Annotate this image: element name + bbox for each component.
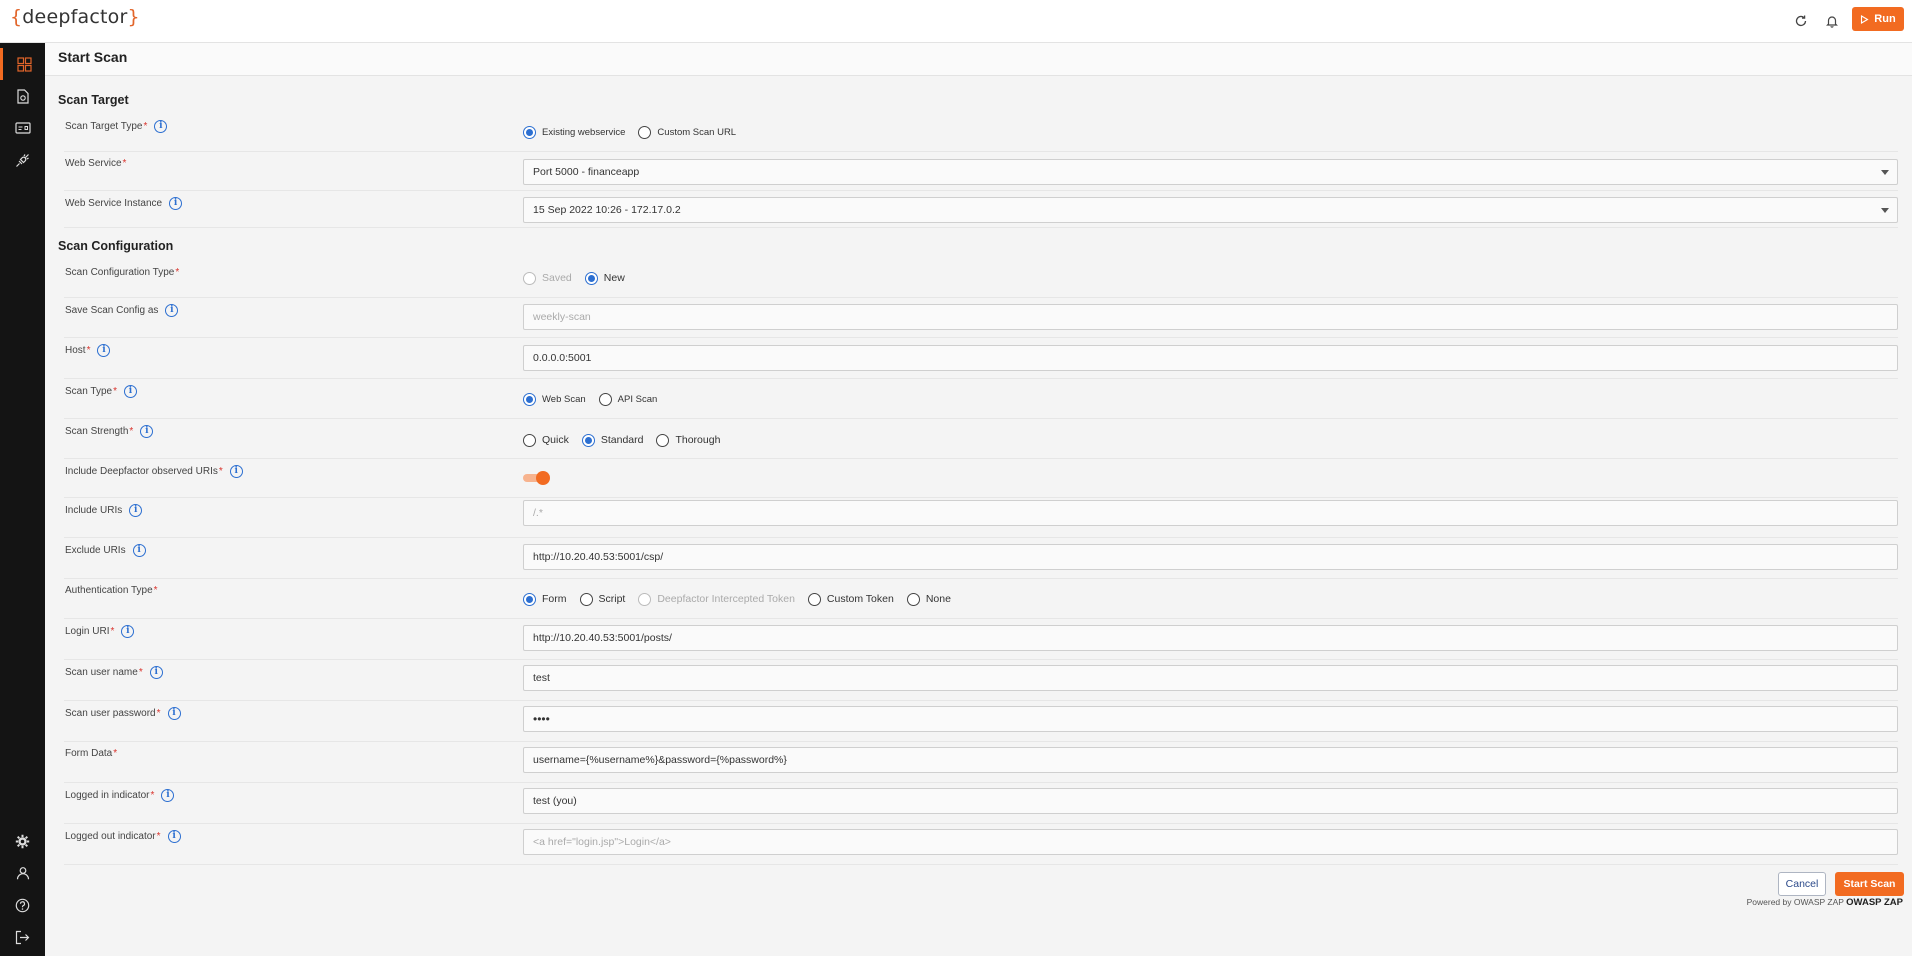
section-title-scan-configuration: Scan Configuration: [58, 239, 174, 253]
sidebar-item-integrations[interactable]: [0, 144, 45, 176]
radio-saved[interactable]: Saved: [523, 271, 572, 285]
scan-strength-radios: Quick Standard Thorough: [523, 429, 733, 451]
sidebar-item-components[interactable]: [0, 112, 45, 144]
row-host: Host * i 0.0.0.0:5001: [64, 338, 1898, 379]
row-web-service: Web Service * Port 5000 - financeapp: [64, 152, 1898, 191]
page-title: Start Scan: [58, 49, 128, 65]
info-icon[interactable]: i: [129, 504, 143, 517]
include-observed-uris-toggle[interactable]: [523, 471, 550, 485]
radio-custom-token[interactable]: Custom Token: [807, 592, 894, 606]
sidebar-item-profile[interactable]: [0, 857, 45, 889]
save-scan-config-input[interactable]: weekly-scan: [523, 304, 1898, 330]
info-icon[interactable]: i: [154, 120, 168, 133]
scan-user-password-input[interactable]: ••••: [523, 706, 1898, 732]
row-logged-out-indicator: Logged out indicator * i <a href="login.js…: [64, 824, 1898, 865]
deepfactor-logo[interactable]: {deepfactor}: [10, 6, 140, 28]
include-uris-input[interactable]: /.*: [523, 500, 1898, 526]
scan-configuration-type-radios: Saved New: [523, 267, 638, 289]
radio-existing-webservice[interactable]: Existing webservice: [523, 125, 625, 139]
logged-out-indicator-input[interactable]: <a href="login.jsp">Login</a>: [523, 829, 1898, 855]
row-scan-user-password: Scan user password * i ••••: [64, 701, 1898, 742]
row-web-service-instance: Web Service Instance i 15 Sep 2022 10:26 …: [64, 191, 1898, 228]
radio-none[interactable]: None: [906, 592, 951, 606]
row-scan-configuration-type: Scan Configuration Type * Saved New: [64, 258, 1898, 298]
row-save-scan-config: Save Scan Config as i weekly-scan: [64, 298, 1898, 338]
sidebar-item-logout[interactable]: [0, 921, 45, 953]
radio-deepfactor-intercepted-token[interactable]: Deepfactor Intercepted Token: [638, 592, 795, 606]
row-include-uris: Include URIs i /.*: [64, 498, 1898, 538]
radio-standard[interactable]: Standard: [581, 433, 643, 447]
info-icon[interactable]: i: [167, 707, 181, 720]
info-icon[interactable]: i: [165, 304, 179, 317]
host-input[interactable]: 0.0.0.0:5001: [523, 345, 1898, 371]
info-icon[interactable]: i: [132, 544, 146, 557]
row-form-data: Form Data * username={%username%}&passwor…: [64, 742, 1898, 783]
scan-type-radios: Web Scan API Scan: [523, 388, 670, 410]
info-icon[interactable]: i: [121, 625, 135, 638]
radio-quick[interactable]: Quick: [523, 433, 569, 447]
section-title-scan-target: Scan Target: [58, 93, 129, 107]
radio-new[interactable]: New: [584, 271, 625, 285]
row-login-uri: Login URI * i http://10.20.40.53:5001/post…: [64, 619, 1898, 660]
user-icon: [16, 867, 29, 880]
radio-form[interactable]: Form: [523, 592, 567, 606]
info-icon[interactable]: i: [161, 789, 175, 802]
scan-target-type-radios: Existing webservice Custom Scan URL: [523, 121, 749, 143]
id-card-icon: [14, 122, 31, 134]
report-icon: [16, 88, 29, 104]
form-data-input[interactable]: username={%username%}&password={%passwor…: [523, 747, 1898, 773]
web-service-instance-select[interactable]: 15 Sep 2022 10:26 - 172.17.0.2: [523, 197, 1898, 223]
info-icon[interactable]: i: [97, 344, 111, 357]
logged-in-indicator-input[interactable]: test (you): [523, 788, 1898, 814]
plug-icon: [16, 153, 29, 167]
help-icon: [15, 898, 30, 912]
radio-thorough[interactable]: Thorough: [656, 433, 720, 447]
sidebar-item-dashboard[interactable]: [0, 48, 45, 80]
row-scan-type: Scan Type * i Web Scan API Scan: [64, 379, 1898, 419]
run-button[interactable]: Run: [1852, 7, 1904, 31]
web-service-select[interactable]: Port 5000 - financeapp: [523, 159, 1898, 185]
start-scan-button[interactable]: Start Scan: [1835, 872, 1904, 896]
radio-script[interactable]: Script: [579, 592, 625, 606]
info-icon[interactable]: i: [229, 465, 243, 478]
row-scan-target-type: Scan Target Type * i Existing webservice C…: [64, 114, 1898, 152]
info-icon[interactable]: i: [169, 197, 183, 210]
sidebar-item-help[interactable]: [0, 889, 45, 921]
radio-custom-scan-url[interactable]: Custom Scan URL: [638, 125, 736, 139]
radio-api-scan[interactable]: API Scan: [598, 392, 657, 406]
powered-by: Powered by OWASP ZAP OWASP ZAP: [1746, 897, 1903, 908]
play-icon: [1861, 14, 1869, 24]
row-authentication-type: Authentication Type * Form Script Deepfac…: [64, 579, 1898, 619]
row-scan-strength: Scan Strength * i Quick Standard Thorough: [64, 419, 1898, 459]
refresh-icon[interactable]: [1790, 10, 1812, 32]
row-scan-user-name: Scan user name * i test: [64, 660, 1898, 701]
exclude-uris-input[interactable]: http://10.20.40.53:5001/csp/: [523, 544, 1898, 570]
chevron-down-icon: [1881, 169, 1889, 175]
row-logged-in-indicator: Logged in indicator * i test (you): [64, 783, 1898, 824]
info-icon[interactable]: i: [149, 666, 163, 679]
top-bar: {deepfactor} Run: [0, 0, 1912, 43]
authentication-type-radios: Form Script Deepfactor Intercepted Token…: [523, 588, 964, 610]
info-icon[interactable]: i: [167, 830, 181, 843]
page-header: Start Scan: [45, 43, 1912, 76]
info-icon[interactable]: i: [140, 425, 154, 438]
bell-icon[interactable]: [1821, 10, 1843, 32]
cancel-button[interactable]: Cancel: [1778, 872, 1826, 896]
gear-icon: [15, 834, 30, 848]
radio-web-scan[interactable]: Web Scan: [523, 392, 586, 406]
chevron-down-icon: [1881, 207, 1889, 213]
info-icon[interactable]: i: [123, 385, 137, 398]
sidebar: [0, 43, 45, 956]
row-include-observed-uris: Include Deepfactor observed URIs * i: [64, 459, 1898, 498]
dashboard-icon: [16, 56, 32, 72]
sidebar-item-settings[interactable]: [0, 825, 45, 857]
scan-user-name-input[interactable]: test: [523, 665, 1898, 691]
sidebar-item-reports[interactable]: [0, 80, 45, 112]
logout-icon: [15, 930, 30, 944]
login-uri-input[interactable]: http://10.20.40.53:5001/posts/: [523, 625, 1898, 651]
row-exclude-uris: Exclude URIs i http://10.20.40.53:5001/cs…: [64, 538, 1898, 579]
